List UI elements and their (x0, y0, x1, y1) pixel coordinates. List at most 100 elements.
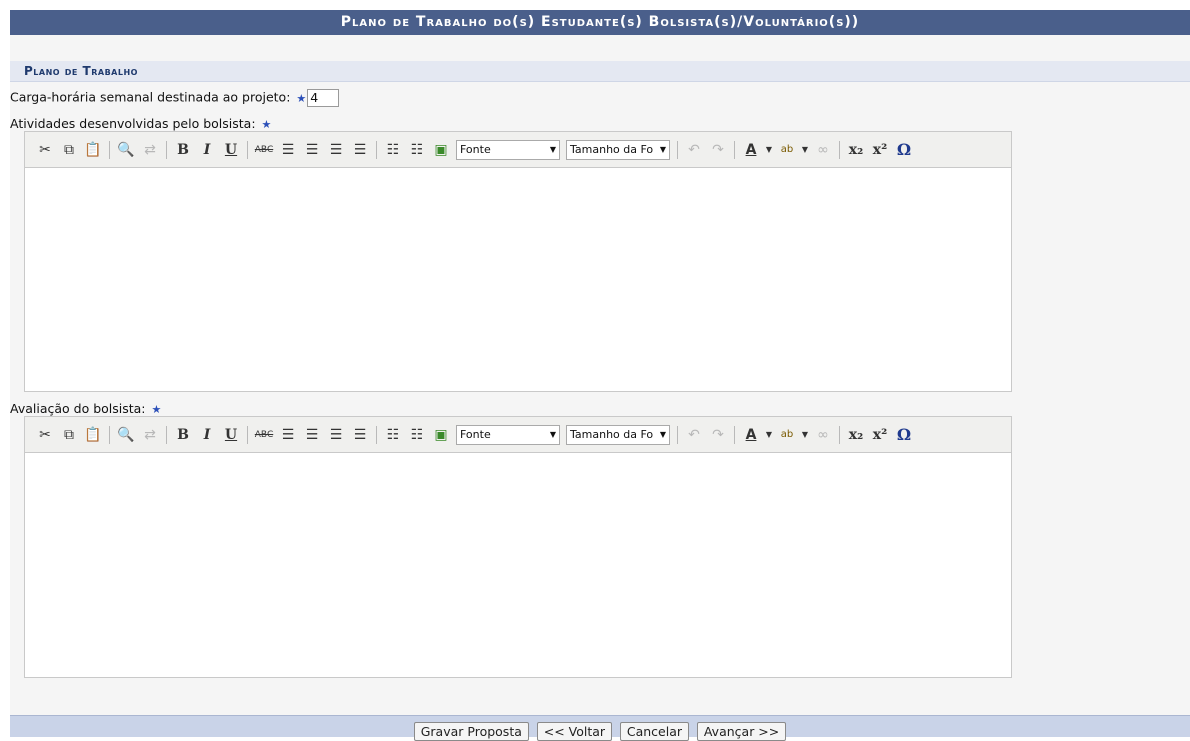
align-left-icon[interactable]: ☰ (277, 424, 299, 446)
next-button[interactable]: Avançar >> (696, 722, 787, 741)
back-button[interactable]: << Voltar (536, 722, 613, 741)
find-icon[interactable]: 🔍 (115, 424, 137, 446)
image-icon[interactable]: ▣ (430, 139, 452, 161)
chevron-down-icon: ▼ (659, 430, 666, 439)
toolbar-separator (839, 425, 840, 444)
toolbar-separator (247, 425, 248, 444)
text-color-icon[interactable]: A (740, 139, 762, 161)
font-select[interactable]: Fonte ▼ (456, 139, 560, 160)
link-icon[interactable]: ∞ (812, 424, 834, 446)
align-left-icon[interactable]: ☰ (277, 139, 299, 161)
font-select[interactable]: Fonte ▼ (456, 424, 560, 445)
align-center-icon[interactable]: ☰ (301, 424, 323, 446)
text-color-icon[interactable]: A (740, 424, 762, 446)
toolbar-separator (734, 425, 735, 444)
bullet-list-icon[interactable]: ☷ (382, 424, 404, 446)
toolbar-separator (376, 425, 377, 444)
activities-row: Atividades desenvolvidas pelo bolsista: … (10, 116, 271, 131)
paste-icon[interactable]: 📋 (82, 424, 104, 446)
activities-text-area[interactable] (25, 168, 1011, 389)
toolbar-separator (166, 425, 167, 444)
action-buttons: Gravar Proposta << Voltar Cancelar Avanç… (10, 722, 1190, 741)
activities-label: Atividades desenvolvidas pelo bolsista: (10, 116, 256, 131)
underline-icon[interactable]: U (220, 424, 242, 446)
required-star-icon: ★ (261, 118, 272, 131)
hours-label: Carga-horária semanal destinada ao proje… (10, 89, 291, 105)
special-char-icon[interactable]: Ω (893, 424, 915, 446)
size-select-value: Tamanho da Fo (570, 143, 654, 156)
editor-toolbar: ✂ ⧉ 📋 🔍 ⇄ B I U ABC ☰ ☰ ☰ ☰ ☷ ☷ ▣ Fonte ▼… (25, 417, 1011, 453)
toolbar-separator (677, 425, 678, 444)
justify-icon[interactable]: ☰ (349, 424, 371, 446)
numbered-list-icon[interactable]: ☷ (406, 424, 428, 446)
evaluation-label: Avaliação do bolsista: (10, 401, 146, 416)
link-icon[interactable]: ∞ (812, 139, 834, 161)
find-icon[interactable]: 🔍 (115, 139, 137, 161)
hours-row: Carga-horária semanal destinada ao proje… (10, 89, 340, 107)
strikethrough-icon[interactable]: ABC (253, 424, 275, 446)
undo-icon[interactable]: ↶ (683, 139, 705, 161)
evaluation-row: Avaliação do bolsista: ★ (10, 401, 161, 416)
strikethrough-icon[interactable]: ABC (253, 139, 275, 161)
toolbar-separator (109, 425, 110, 444)
toolbar-separator (839, 140, 840, 159)
evaluation-editor: ✂ ⧉ 📋 🔍 ⇄ B I U ABC ☰ ☰ ☰ ☰ ☷ ☷ ▣ Fonte ▼… (24, 416, 1012, 678)
editor-toolbar: ✂ ⧉ 📋 🔍 ⇄ B I U ABC ☰ ☰ ☰ ☰ ☷ ☷ ▣ Fonte ▼… (25, 132, 1011, 168)
highlight-icon[interactable]: ab (776, 139, 798, 161)
align-right-icon[interactable]: ☰ (325, 139, 347, 161)
required-star-icon: ★ (296, 91, 307, 105)
save-proposal-button[interactable]: Gravar Proposta (413, 722, 529, 741)
replace-icon[interactable]: ⇄ (139, 424, 161, 446)
undo-icon[interactable]: ↶ (683, 424, 705, 446)
italic-icon[interactable]: I (196, 139, 218, 161)
chevron-down-icon: ▼ (549, 430, 556, 439)
copy-icon[interactable]: ⧉ (58, 424, 80, 446)
size-select[interactable]: Tamanho da Fo ▼ (566, 139, 670, 160)
chevron-down-icon[interactable]: ▼ (764, 139, 774, 161)
action-bar: Gravar Proposta << Voltar Cancelar Avanç… (10, 715, 1190, 741)
chevron-down-icon[interactable]: ▼ (800, 424, 810, 446)
align-right-icon[interactable]: ☰ (325, 424, 347, 446)
italic-icon[interactable]: I (196, 424, 218, 446)
cut-icon[interactable]: ✂ (34, 424, 56, 446)
toolbar-separator (109, 140, 110, 159)
numbered-list-icon[interactable]: ☷ (406, 139, 428, 161)
bold-icon[interactable]: B (172, 139, 194, 161)
toolbar-separator (376, 140, 377, 159)
font-select-value: Fonte (460, 143, 491, 156)
bold-icon[interactable]: B (172, 424, 194, 446)
page-title-bar: Plano de Trabalho do(s) Estudante(s) Bol… (10, 10, 1190, 35)
underline-icon[interactable]: U (220, 139, 242, 161)
chevron-down-icon: ▼ (549, 145, 556, 154)
section-title: Plano de Trabalho (24, 64, 138, 78)
toolbar-separator (166, 140, 167, 159)
bullet-list-icon[interactable]: ☷ (382, 139, 404, 161)
hours-input[interactable]: 4 (307, 89, 340, 107)
size-select[interactable]: Tamanho da Fo ▼ (566, 424, 670, 445)
chevron-down-icon: ▼ (659, 145, 666, 154)
cancel-button[interactable]: Cancelar (619, 722, 690, 741)
superscript-icon[interactable]: x² (869, 139, 891, 161)
evaluation-text-area[interactable] (25, 453, 1011, 675)
align-center-icon[interactable]: ☰ (301, 139, 323, 161)
section-header: Plano de Trabalho (10, 61, 1190, 82)
special-char-icon[interactable]: Ω (893, 139, 915, 161)
redo-icon[interactable]: ↷ (707, 139, 729, 161)
toolbar-separator (247, 140, 248, 159)
superscript-icon[interactable]: x² (869, 424, 891, 446)
font-select-value: Fonte (460, 428, 491, 441)
justify-icon[interactable]: ☰ (349, 139, 371, 161)
chevron-down-icon[interactable]: ▼ (764, 424, 774, 446)
chevron-down-icon[interactable]: ▼ (800, 139, 810, 161)
subscript-icon[interactable]: x₂ (845, 139, 867, 161)
cut-icon[interactable]: ✂ (34, 139, 56, 161)
image-icon[interactable]: ▣ (430, 424, 452, 446)
subscript-icon[interactable]: x₂ (845, 424, 867, 446)
paste-icon[interactable]: 📋 (82, 139, 104, 161)
toolbar-separator (677, 140, 678, 159)
copy-icon[interactable]: ⧉ (58, 139, 80, 161)
required-star-icon: ★ (151, 403, 162, 416)
replace-icon[interactable]: ⇄ (139, 139, 161, 161)
redo-icon[interactable]: ↷ (707, 424, 729, 446)
highlight-icon[interactable]: ab (776, 424, 798, 446)
